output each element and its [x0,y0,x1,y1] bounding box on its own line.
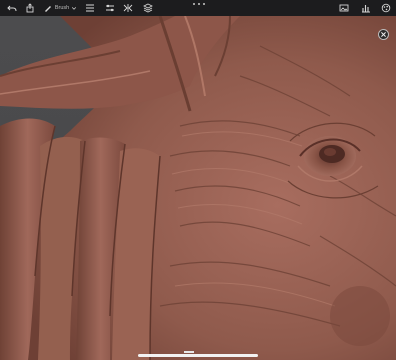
symmetry-button[interactable] [122,2,134,14]
symmetry-icon [123,4,133,12]
image-icon [339,4,349,12]
sliders-icon [106,4,114,12]
close-button[interactable] [378,29,389,40]
undo-icon [7,5,17,12]
list-icon [86,4,94,12]
chevron-down-icon [72,7,77,10]
list-button[interactable] [84,2,96,14]
layers-button[interactable] [142,2,154,14]
adjust-button[interactable] [104,2,116,14]
more-icon[interactable] [193,1,205,7]
brush-label: Brush [54,5,70,11]
palette-icon [381,3,391,13]
brush-icon [44,6,51,12]
share-button[interactable] [24,2,36,14]
bottom-handle[interactable] [184,351,194,353]
brush-selector[interactable]: Brush [42,2,78,14]
share-icon [26,3,34,13]
sculpt-model [0,16,396,360]
image-button[interactable] [338,2,350,14]
close-icon [381,32,386,37]
home-indicator[interactable] [138,354,258,357]
top-toolbar: Brush [0,0,396,16]
stats-button[interactable] [360,2,372,14]
layers-icon [143,3,153,13]
palette-button[interactable] [380,2,392,14]
undo-button[interactable] [6,2,18,14]
sculpt-viewport[interactable] [0,16,396,360]
stats-icon [362,5,370,13]
